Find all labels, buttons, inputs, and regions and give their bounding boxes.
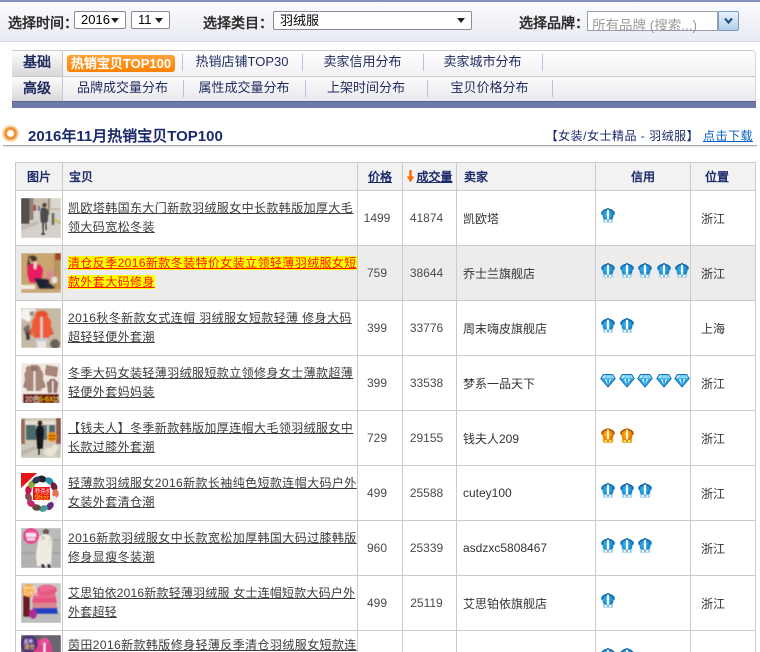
svg-text:清仓: 清仓 bbox=[24, 643, 36, 651]
svg-text:大: 大 bbox=[55, 395, 61, 404]
svg-text:119元: 119元 bbox=[24, 590, 39, 597]
svg-text:95元: 95元 bbox=[35, 494, 50, 502]
svg-text:反季: 反季 bbox=[24, 638, 33, 645]
svg-text:限时抢: 限时抢 bbox=[24, 585, 36, 591]
